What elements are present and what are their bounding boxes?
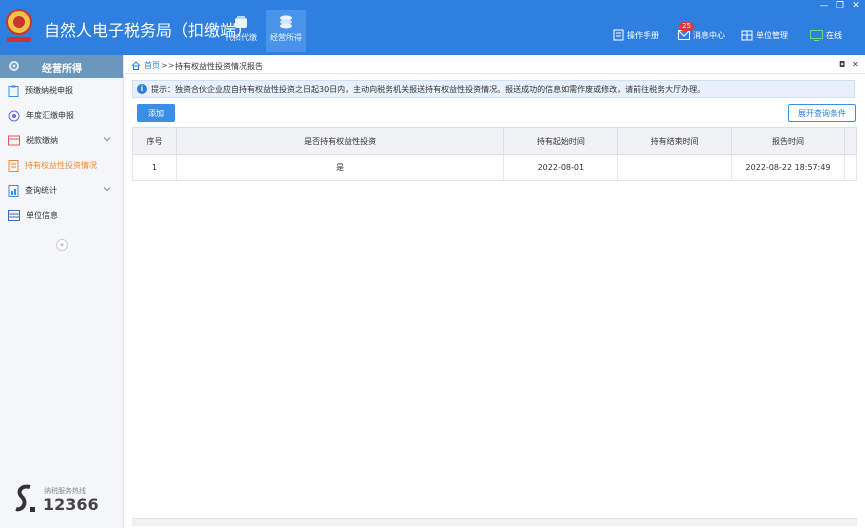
panel-close-button[interactable]: ✕ xyxy=(852,60,859,69)
horizontal-scrollbar[interactable] xyxy=(132,518,857,526)
sidebar-item-unit-info[interactable]: 单位信息 xyxy=(0,203,123,228)
service-hotline: 纳税服务热线 12366 xyxy=(12,483,112,518)
report-icon xyxy=(8,184,19,197)
sidebar-item-query-statistics[interactable]: 查询统计 xyxy=(0,178,123,203)
cell-start-date: 2022-08-01 xyxy=(503,154,619,181)
unit-management-button[interactable]: 单位管理 xyxy=(741,28,788,42)
close-window-button[interactable]: ✕ xyxy=(850,1,862,11)
message-center-label: 消息中心 xyxy=(693,30,725,40)
module-tab-label: 经营所得 xyxy=(270,33,302,42)
column-header-start-date: 持有起始时间 xyxy=(503,127,619,155)
hotline-logo-icon xyxy=(15,484,35,512)
table-row[interactable]: 1 是 2022-08-01 2022-08-22 18:57:49 xyxy=(132,154,858,181)
sidebar-item-label: 单位信息 xyxy=(26,211,58,220)
document-icon xyxy=(8,159,19,172)
payment-icon xyxy=(8,135,20,146)
title-bar: 自然人电子税务局（扣缴端） 代扣代缴 经营所得 操作手册 消息中心 25 单位管… xyxy=(0,0,865,55)
breadcrumb-home[interactable]: 首页 xyxy=(131,60,160,71)
notice-text: 提示：独资合伙企业应自持有权益性投资之日起30日内，主动向税务机关报送持有权益性… xyxy=(151,84,706,94)
module-tab-withholding[interactable]: 代扣代缴 xyxy=(221,10,261,52)
column-header-end-date: 持有结束时间 xyxy=(617,127,733,155)
info-icon: i xyxy=(137,84,147,94)
sidebar-item-label: 年度汇缴申报 xyxy=(26,111,74,120)
sidebar-title: 经营所得 xyxy=(42,64,82,75)
module-tab-label: 代扣代缴 xyxy=(225,33,257,42)
add-button[interactable]: 添加 xyxy=(137,104,175,122)
cell-index: 1 xyxy=(132,154,177,181)
wallet-icon xyxy=(235,16,247,28)
sidebar-header: 经营所得 xyxy=(0,55,123,78)
settings-circle-icon xyxy=(8,110,20,121)
coins-icon xyxy=(280,15,292,29)
hotline-number: 12366 xyxy=(43,495,99,514)
sidebar-item-label: 税款缴纳 xyxy=(26,136,58,145)
sidebar: 经营所得 预缴纳税申报 年度汇缴申报 税款缴纳 持有权益性投资情况 查询统计 单… xyxy=(0,55,124,528)
sidebar-item-tax-payment[interactable]: 税款缴纳 xyxy=(0,128,123,153)
online-button[interactable]: 在线 xyxy=(810,28,842,42)
sidebar-collapse-button[interactable]: « xyxy=(56,239,68,251)
sidebar-item-label: 持有权益性投资情况 xyxy=(25,161,97,170)
unit-management-label: 单位管理 xyxy=(756,30,788,40)
module-tab-business-income[interactable]: 经营所得 xyxy=(266,10,306,52)
chevron-down-icon xyxy=(103,137,111,142)
tax-emblem-icon xyxy=(6,9,32,42)
breadcrumb-home-label: 首页 xyxy=(144,61,160,70)
building-icon xyxy=(741,30,753,40)
online-label: 在线 xyxy=(826,30,842,40)
breadcrumb-separator: >> xyxy=(161,61,175,70)
monitor-icon xyxy=(810,29,823,41)
cell-end-date xyxy=(617,154,733,181)
sidebar-item-label: 预缴纳税申报 xyxy=(25,86,73,95)
sidebar-item-label: 查询统计 xyxy=(25,186,57,195)
sidebar-item-equity-investment[interactable]: 持有权益性投资情况 xyxy=(0,153,123,178)
table-header-row: 序号 是否持有权益性投资 持有起始时间 持有结束时间 报告时间 xyxy=(132,127,858,155)
column-header-holds-equity: 是否持有权益性投资 xyxy=(175,127,505,155)
breadcrumb-current: 持有权益性投资情况报告 xyxy=(175,62,263,71)
column-header-index: 序号 xyxy=(132,127,177,155)
manual-button[interactable]: 操作手册 xyxy=(613,28,659,42)
sidebar-item-annual-settlement[interactable]: 年度汇缴申报 xyxy=(0,103,123,128)
column-header-report-time: 报告时间 xyxy=(731,127,845,155)
clipboard-icon xyxy=(8,85,19,97)
minimize-button[interactable]: — xyxy=(818,1,830,11)
column-header-spacer xyxy=(843,127,858,155)
cell-spacer xyxy=(843,154,858,181)
table-icon xyxy=(8,210,20,221)
message-count-badge: 25 xyxy=(679,22,694,31)
cell-report-time: 2022-08-22 18:57:49 xyxy=(731,154,845,181)
home-icon xyxy=(131,61,141,70)
expand-query-button[interactable]: 展开查询条件 xyxy=(788,104,856,122)
panel-restore-button[interactable]: ◘ xyxy=(839,60,845,69)
manual-icon xyxy=(613,29,624,41)
chevron-down-icon xyxy=(103,187,111,192)
notice-banner: i 提示：独资合伙企业应自持有权益性投资之日起30日内，主动向税务机关报送持有权… xyxy=(132,80,855,98)
restore-button[interactable]: ❐ xyxy=(834,1,846,11)
breadcrumb: 首页 >> 持有权益性投资情况报告 ◘ ✕ xyxy=(125,57,865,74)
sidebar-nav: 预缴纳税申报 年度汇缴申报 税款缴纳 持有权益性投资情况 查询统计 单位信息 xyxy=(0,78,123,228)
cell-holds-equity: 是 xyxy=(175,154,505,181)
envelope-icon xyxy=(678,30,690,40)
gear-icon xyxy=(9,61,19,71)
sidebar-item-prepay-declaration[interactable]: 预缴纳税申报 xyxy=(0,78,123,103)
investment-table: 序号 是否持有权益性投资 持有起始时间 持有结束时间 报告时间 1 是 2022… xyxy=(132,127,858,181)
manual-label: 操作手册 xyxy=(627,30,659,40)
